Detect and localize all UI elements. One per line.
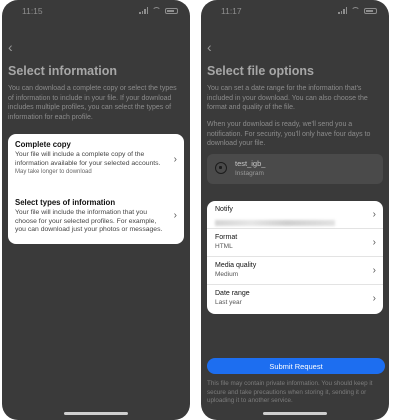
screen-select-information: 11:15 ‹ Select information You can downl…	[2, 0, 190, 420]
profile-name: test_igb_	[235, 159, 266, 168]
row-value: Last year	[215, 299, 242, 306]
chevron-right-icon: ›	[372, 265, 376, 276]
file-options-card: Notify › Format HTML › Media quality Med…	[207, 201, 383, 314]
status-time: 11:15	[22, 6, 43, 16]
back-chevron-icon[interactable]: ‹	[207, 40, 212, 54]
page-title: Select file options	[207, 64, 314, 78]
options-card: Complete copy Your file will include a c…	[8, 134, 184, 244]
row-format[interactable]: Format HTML ›	[207, 229, 383, 257]
blurred-email	[215, 220, 335, 226]
back-chevron-icon[interactable]: ‹	[8, 40, 13, 54]
battery-icon	[364, 7, 377, 14]
row-label: Date range	[215, 290, 250, 297]
option-title: Complete copy	[15, 140, 71, 149]
row-label: Media quality	[215, 262, 257, 269]
row-label: Notify	[215, 206, 233, 213]
option-description: Your file will include a complete copy o…	[15, 151, 161, 167]
screen-select-file-options: 11:17 ‹ Select file options You can set …	[201, 0, 389, 420]
chevron-right-icon: ›	[173, 210, 177, 221]
option-complete-copy[interactable]: Complete copy Your file will include a c…	[8, 134, 184, 192]
row-date-range[interactable]: Date range Last year ›	[207, 285, 383, 313]
row-value: HTML	[215, 243, 233, 250]
chevron-right-icon: ›	[372, 237, 376, 248]
chevron-right-icon: ›	[372, 209, 376, 220]
profile-chip: test_igb_ Instagram	[207, 154, 383, 184]
option-description: Your file will include the information t…	[15, 209, 163, 233]
chevron-right-icon: ›	[173, 154, 177, 165]
row-value: Medium	[215, 271, 239, 278]
battery-icon	[165, 7, 178, 14]
status-time: 11:17	[221, 6, 242, 16]
chevron-right-icon: ›	[372, 293, 376, 304]
row-label: Format	[215, 234, 238, 241]
wifi-icon	[351, 7, 360, 14]
submit-request-button[interactable]: Submit Request	[207, 358, 385, 374]
wifi-icon	[152, 7, 161, 14]
home-indicator	[263, 412, 327, 415]
signal-icon	[338, 7, 347, 14]
option-select-types[interactable]: Select types of information Your file wi…	[8, 192, 184, 254]
status-bar: 11:17	[215, 6, 379, 18]
privacy-note: This file may contain private informatio…	[207, 380, 373, 404]
status-bar: 11:15	[16, 6, 180, 18]
profile-platform: Instagram	[235, 170, 264, 177]
row-media-quality[interactable]: Media quality Medium ›	[207, 257, 383, 285]
page-title: Select information	[8, 64, 118, 78]
option-title: Select types of information	[15, 198, 116, 207]
home-indicator	[64, 412, 128, 415]
page-description: You can set a date range for the informa…	[207, 85, 368, 111]
row-notify[interactable]: Notify ›	[207, 201, 383, 229]
option-note: May take longer to download	[15, 169, 92, 175]
page-description: You can download a complete copy or sele…	[8, 85, 177, 121]
download-notice: When your download is ready, we'll send …	[207, 121, 371, 147]
instagram-icon	[215, 162, 227, 174]
signal-icon	[139, 7, 148, 14]
